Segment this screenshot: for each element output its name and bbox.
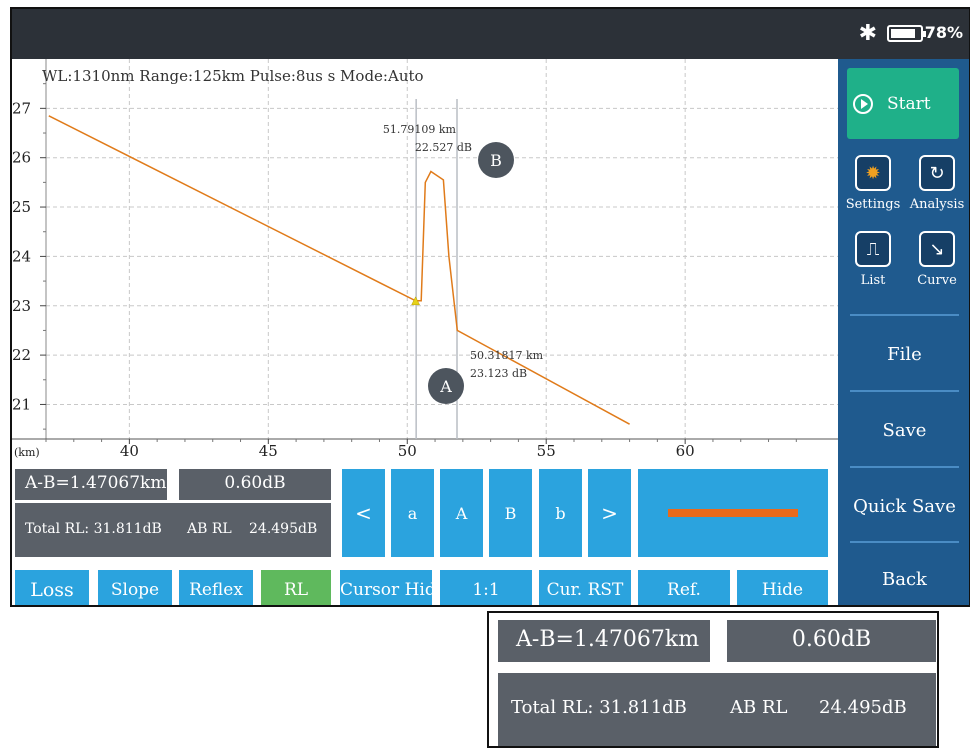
zoom-ab-rl-label: AB RL: [730, 697, 788, 718]
zoomed-measurement-inset: A-B=1.47067km 0.60dB Total RL: 31.811dB …: [487, 611, 939, 748]
x-axis-ticks: 40 45 50 55 60: [45, 439, 797, 460]
rl-box: Total RL: 31.811dB AB RL 24.495dB: [15, 503, 331, 557]
mode-rl-button[interactable]: RL: [261, 570, 331, 605]
status-bar: ✱ 78%: [12, 9, 969, 59]
analysis-button[interactable]: ↻ Analysis: [904, 155, 969, 229]
ab-distance: A-B=1.47067km: [15, 469, 167, 500]
mode-slope-button[interactable]: Slope: [98, 570, 172, 605]
curve-label: Curve: [917, 273, 957, 288]
analysis-refresh-icon: ↻: [919, 155, 955, 191]
cursor-reset-button[interactable]: Cur. RST: [539, 570, 631, 605]
start-button[interactable]: Start: [847, 68, 959, 139]
otdr-trace-line: [48, 115, 630, 425]
cursor-b-loss: 22.527 dB: [415, 141, 472, 154]
x-tick-label: 50: [398, 442, 417, 460]
battery-icon: [887, 25, 926, 42]
right-sidebar: Start ✹ Settings ↻ Analysis ⎍ List ↘ Cur…: [838, 59, 969, 605]
ab-rl-value: 24.495dB: [249, 521, 318, 537]
y-tick-label: 24: [12, 247, 31, 265]
save-button[interactable]: Save: [838, 394, 969, 466]
y-tick-label: 21: [12, 395, 31, 413]
x-tick-label: 40: [120, 442, 139, 460]
y-tick-label: 23: [12, 297, 31, 315]
quick-save-button[interactable]: Quick Save: [838, 470, 969, 542]
trace-color-button[interactable]: [638, 469, 828, 557]
cursor-a-loss: 23.123 dB: [470, 367, 527, 380]
gear-icon: ✹: [855, 155, 891, 191]
play-circle-icon: [853, 93, 873, 114]
cursor-a-distance: 50.31817 km: [470, 349, 544, 362]
y-axis-ticks: 27 26 25 24 23 22 21: [12, 83, 46, 430]
ab-loss: 0.60dB: [179, 469, 331, 500]
list-label: List: [860, 273, 886, 288]
bluetooth-icon: ✱: [858, 21, 877, 46]
cursor-a-button[interactable]: A: [440, 469, 483, 557]
otdr-trace-chart[interactable]: 40 45 50 55 60 27 26 25 24 23 22 21 (km) WL:1310nm…: [12, 59, 838, 464]
cursor-b-distance: 51.79109 km: [383, 123, 457, 136]
list-button[interactable]: ⎍ List: [840, 231, 906, 305]
cursor-a-letter: A: [439, 377, 452, 396]
zoom-total-rl: Total RL: 31.811dB: [511, 697, 687, 718]
sidebar-divider: [850, 390, 959, 392]
cursor-b-small-button[interactable]: b: [539, 469, 582, 557]
cursor-a-handle[interactable]: A: [428, 368, 464, 404]
cursor-b-handle[interactable]: B: [478, 142, 514, 178]
y-tick-label: 26: [12, 149, 31, 167]
sidebar-divider: [850, 314, 959, 316]
y-tick-label: 22: [12, 346, 31, 364]
cursor-prev-button[interactable]: <: [342, 469, 385, 557]
y-tick-label: 27: [12, 99, 31, 117]
cursor-a-small-button[interactable]: a: [391, 469, 434, 557]
back-button[interactable]: Back: [838, 543, 969, 605]
curve-icon: ↘: [919, 231, 955, 267]
curve-button[interactable]: ↘ Curve: [904, 231, 969, 305]
settings-button[interactable]: ✹ Settings: [840, 155, 906, 229]
cursor-next-button[interactable]: >: [588, 469, 631, 557]
cursor-hide-button[interactable]: Cursor Hide: [340, 570, 432, 605]
hide-button[interactable]: Hide: [737, 570, 828, 605]
x-tick-label: 55: [537, 442, 556, 460]
otdr-device-screen: ✱ 78% 40 45 50 55 60 27 26 25 24 23 22 21 (km) WL:…: [10, 7, 970, 607]
measurement-header: WL:1310nm Range:125km Pulse:8us s Mode:A…: [42, 67, 424, 85]
trace-color-swatch: [668, 509, 798, 517]
sidebar-divider: [850, 466, 959, 468]
y-tick-label: 25: [12, 198, 31, 216]
start-label: Start: [887, 93, 931, 114]
x-tick-label: 60: [676, 442, 695, 460]
cursor-b-letter: B: [490, 151, 502, 170]
ab-rl-label: AB RL: [187, 521, 232, 537]
analysis-label: Analysis: [909, 197, 965, 212]
mode-loss-button[interactable]: Loss: [15, 570, 89, 605]
zoom-ab-distance: A-B=1.47067km: [498, 620, 710, 662]
x-tick-label: 45: [259, 442, 278, 460]
reference-button[interactable]: Ref.: [638, 570, 730, 605]
mode-reflex-button[interactable]: Reflex: [179, 570, 253, 605]
zoom-ab-loss: 0.60dB: [727, 620, 936, 662]
battery-percent: 78%: [924, 23, 963, 42]
file-button[interactable]: File: [838, 318, 969, 390]
settings-label: Settings: [845, 197, 901, 212]
zoom-ab-rl-value: 24.495dB: [819, 697, 907, 718]
zoom-rl-box: Total RL: 31.811dB AB RL 24.495dB: [498, 673, 936, 746]
measurement-panel: A-B=1.47067km 0.60dB Total RL: 31.811dB …: [12, 464, 838, 605]
total-rl: Total RL: 31.811dB: [25, 521, 162, 537]
event-list-icon: ⎍: [855, 231, 891, 267]
zoom-1to1-button[interactable]: 1:1: [440, 570, 532, 605]
cursor-b-button[interactable]: B: [489, 469, 532, 557]
x-axis-unit: (km): [14, 446, 40, 459]
